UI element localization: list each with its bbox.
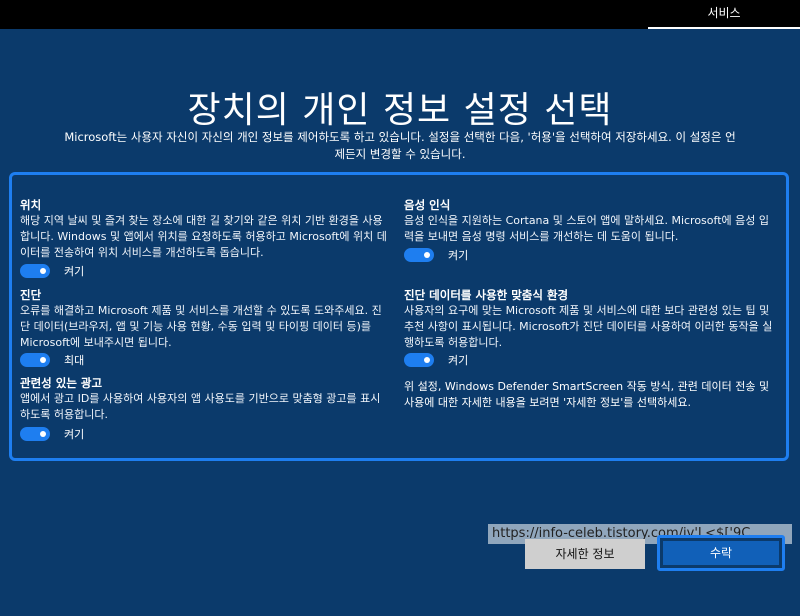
location-toggle[interactable] [20, 264, 50, 278]
tailored-experience-title: 진단 데이터를 사용한 맞춤식 환경 [404, 288, 569, 302]
tailored-experience-desc: 사용자의 요구에 맞는 Microsoft 제품 및 서비스에 대한 보다 관련… [404, 304, 773, 349]
toggle-knob [40, 268, 46, 274]
diagnostics-desc: 오류를 해결하고 Microsoft 제품 및 서비스를 개선할 수 있도록 도… [20, 304, 382, 349]
diagnostics-toggle[interactable] [20, 353, 50, 367]
accept-button-label: 수락 [663, 541, 779, 565]
ads-section: 관련성 있는 광고 앱에서 광고 ID를 사용하여 사용자의 앱 사용도를 기반… [20, 375, 390, 423]
speech-toggle-row[interactable]: 켜기 [404, 247, 468, 263]
ads-toggle-row[interactable]: 켜기 [20, 426, 84, 442]
speech-toggle[interactable] [404, 248, 434, 262]
ads-desc: 앱에서 광고 ID를 사용하여 사용자의 앱 사용도를 기반으로 맞춤형 광고를… [20, 392, 381, 421]
toggle-knob [40, 357, 46, 363]
setup-window: 서비스 장치의 개인 정보 설정 선택 Microsoft는 사용자 자신이 자… [0, 0, 800, 616]
tailored-toggle-label: 켜기 [448, 354, 469, 367]
toggle-knob [424, 357, 430, 363]
toggle-knob [424, 252, 430, 258]
diagnostics-section: 진단 오류를 해결하고 Microsoft 제품 및 서비스를 개선할 수 있도… [20, 287, 390, 351]
tailored-toggle[interactable] [404, 353, 434, 367]
ads-toggle-label: 켜기 [64, 428, 85, 441]
location-toggle-label: 켜기 [64, 265, 85, 278]
location-title: 위치 [20, 198, 42, 212]
tailored-toggle-row[interactable]: 켜기 [404, 352, 468, 368]
page-subtitle: Microsoft는 사용자 자신이 자신의 개인 정보를 제어하도록 하고 있… [64, 130, 736, 161]
diagnostics-title: 진단 [20, 288, 42, 302]
speech-toggle-label: 켜기 [448, 249, 469, 262]
ads-toggle[interactable] [20, 427, 50, 441]
location-section: 위치 해당 지역 날씨 및 즐겨 찾는 장소에 대한 길 찾기와 같은 위치 기… [20, 197, 390, 261]
tailored-experience-section: 진단 데이터를 사용한 맞춤식 환경 사용자의 요구에 맞는 Microsoft… [404, 287, 776, 351]
diagnostics-toggle-label: 최대 [64, 354, 85, 367]
top-bar: 서비스 [0, 0, 800, 29]
learn-more-button[interactable]: 자세한 정보 [525, 539, 645, 569]
privacy-settings-panel: 위치 해당 지역 날씨 및 즐겨 찾는 장소에 대한 길 찾기와 같은 위치 기… [9, 172, 789, 461]
diagnostics-toggle-row[interactable]: 최대 [20, 352, 84, 368]
toggle-knob [40, 431, 46, 437]
tab-services[interactable]: 서비스 [648, 0, 800, 29]
location-desc: 해당 지역 날씨 및 즐겨 찾는 장소에 대한 길 찾기와 같은 위치 기반 환… [20, 214, 387, 259]
accept-button[interactable]: 수락 [657, 535, 785, 571]
ads-title: 관련성 있는 광고 [20, 376, 103, 390]
location-toggle-row[interactable]: 켜기 [20, 263, 84, 279]
speech-desc: 음성 인식을 지원하는 Cortana 및 스토어 앱에 말하세요. Micro… [404, 214, 769, 243]
page-title: 장치의 개인 정보 설정 선택 [187, 90, 613, 131]
speech-section: 음성 인식 음성 인식을 지원하는 Cortana 및 스토어 앱에 말하세요.… [404, 197, 776, 245]
more-info-note: 위 설정, Windows Defender SmartScreen 작동 방식… [404, 380, 770, 409]
speech-title: 음성 인식 [404, 198, 451, 212]
